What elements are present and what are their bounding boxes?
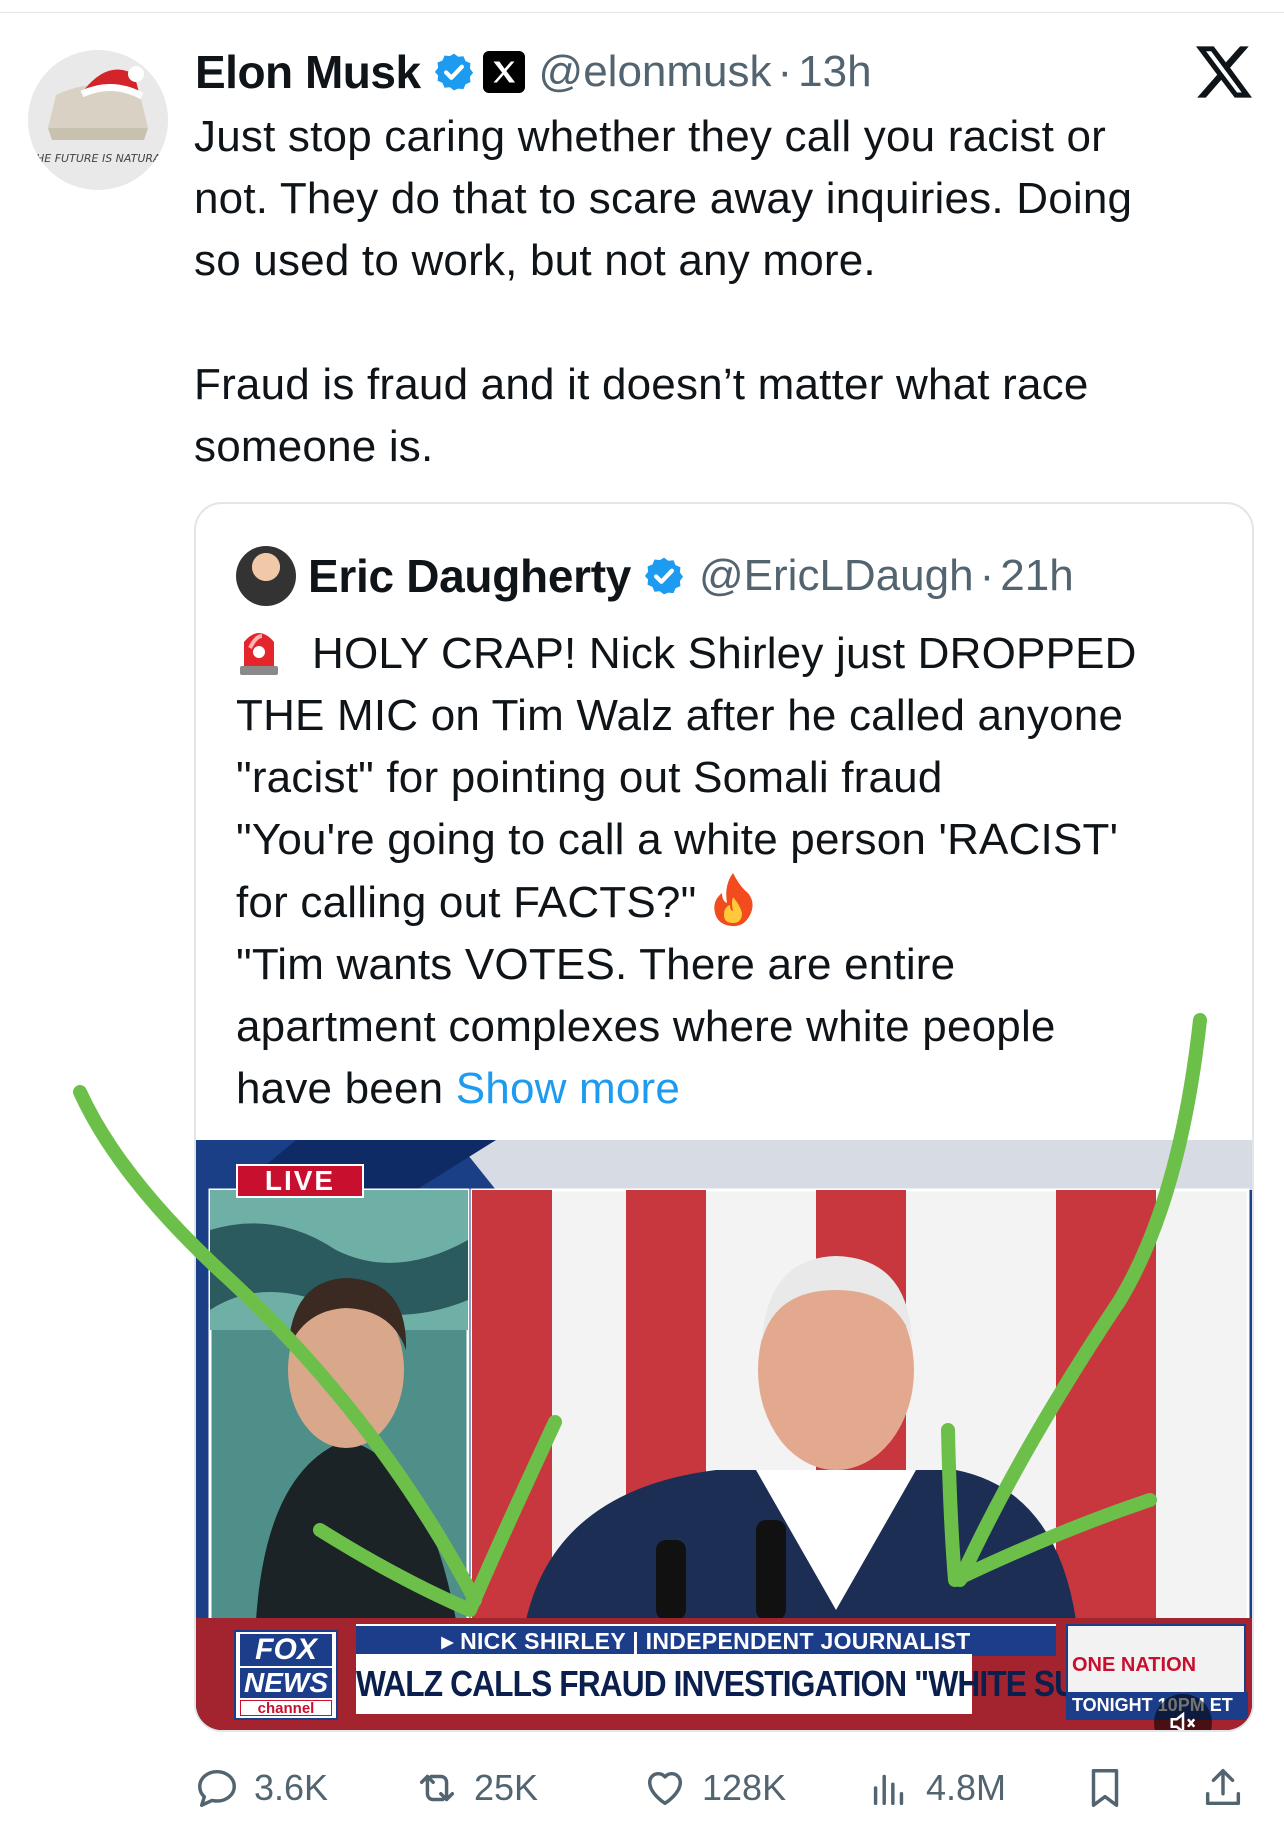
like-count: 128K bbox=[702, 1767, 787, 1808]
views-count: 4.8M bbox=[926, 1767, 1007, 1808]
share-button[interactable] bbox=[1200, 1756, 1246, 1820]
live-badge: LIVE bbox=[236, 1164, 364, 1198]
avatar-caption: THE FUTURE IS NATURAL bbox=[29, 152, 166, 165]
avatar-image: THE FUTURE IS NATURAL bbox=[28, 50, 168, 190]
repost-button[interactable]: 25K bbox=[414, 1756, 538, 1820]
quote-line: "racist" for pointing out Somali fraud bbox=[236, 753, 943, 802]
show-more-link[interactable]: Show more bbox=[456, 1064, 680, 1113]
heart-icon bbox=[647, 1771, 683, 1806]
tweet-header: Elon Musk @elonmusk · 13h bbox=[195, 42, 872, 102]
police-light-emoji-icon bbox=[240, 633, 278, 675]
quote-timestamp[interactable]: 21h bbox=[1000, 551, 1073, 601]
separator-dot: · bbox=[979, 551, 995, 600]
fire-emoji-icon bbox=[714, 873, 753, 927]
fox-news-logo: FOX NEWS channel bbox=[234, 1630, 338, 1720]
quote-author-handle[interactable]: @EricLDaugh bbox=[699, 551, 974, 601]
lower-third-name: ▸ NICK SHIRLEY | INDEPENDENT JOURNALIST bbox=[356, 1624, 1056, 1656]
quote-line: HOLY CRAP! Nick Shirley just DROPPED bbox=[236, 622, 1236, 685]
lower-third-headline: WALZ CALLS FRAUD INVESTIGATION "WHITE SU… bbox=[356, 1654, 1243, 1714]
quote-line-text: have been bbox=[236, 1064, 456, 1113]
logo-channel-text: channel bbox=[240, 1700, 332, 1717]
quote-line: "Tim wants VOTES. There are entire bbox=[236, 940, 956, 989]
separator-dot: · bbox=[777, 47, 793, 96]
verified-badge-icon bbox=[434, 53, 473, 91]
reply-icon bbox=[198, 1769, 236, 1807]
tweet-text: Just stop caring whether they call you r… bbox=[194, 112, 1133, 471]
views-chart-icon bbox=[873, 1774, 904, 1806]
author-avatar[interactable]: THE FUTURE IS NATURAL bbox=[28, 50, 168, 190]
author-name[interactable]: Elon Musk bbox=[195, 45, 421, 99]
x-logo-icon bbox=[1196, 46, 1252, 98]
top-divider bbox=[0, 12, 1284, 13]
repost-count: 25K bbox=[474, 1767, 539, 1808]
x-affiliate-badge-icon bbox=[482, 51, 525, 93]
quote-line: have been Show more bbox=[236, 1058, 1236, 1120]
author-handle[interactable]: @elonmusk bbox=[539, 47, 772, 97]
verified-badge-icon bbox=[644, 557, 684, 595]
quote-line: for calling out FACTS?" bbox=[236, 871, 1236, 934]
reply-count: 3.6K bbox=[254, 1767, 329, 1808]
quote-author-avatar[interactable] bbox=[236, 546, 296, 606]
reply-button[interactable]: 3.6K bbox=[194, 1756, 328, 1820]
tweet-actions: 3.6K 25K 128K 4.8M bbox=[194, 1756, 1254, 1820]
quote-line: THE MIC on Tim Walz after he called anyo… bbox=[236, 691, 1124, 740]
quote-line-text: HOLY CRAP! Nick Shirley just DROPPED bbox=[312, 629, 1137, 678]
promo-title: ONE NATION bbox=[1072, 1654, 1197, 1676]
quote-author-name[interactable]: Eric Daugherty bbox=[308, 549, 631, 603]
video-player[interactable]: LIVE FOX NEWS channel ▸ NICK SHIRLEY | I… bbox=[196, 1140, 1252, 1730]
logo-news-text: NEWS bbox=[240, 1668, 332, 1698]
quoted-tweet-card[interactable]: Eric Daugherty @EricLDaugh · 21h HOLY CR… bbox=[194, 502, 1254, 1732]
bookmark-button[interactable] bbox=[1082, 1756, 1128, 1820]
share-icon bbox=[1205, 1769, 1241, 1806]
show-promo: ONE NATION TONIGHT 10PM ET bbox=[1066, 1624, 1248, 1720]
bookmark-icon bbox=[1091, 1769, 1119, 1807]
views-button[interactable]: 4.8M bbox=[866, 1756, 1006, 1820]
repost-icon bbox=[419, 1774, 455, 1802]
quote-text: HOLY CRAP! Nick Shirley just DROPPED THE… bbox=[236, 622, 1236, 1120]
quote-line: apartment complexes where white people bbox=[236, 1002, 1056, 1051]
speaker-muted-icon bbox=[1170, 1711, 1196, 1730]
tweet-timestamp[interactable]: 13h bbox=[798, 47, 871, 97]
quote-header: Eric Daugherty @EricLDaugh · 21h bbox=[308, 544, 1074, 608]
quote-line-text: for calling out FACTS?" bbox=[236, 878, 697, 927]
logo-fox-text: FOX bbox=[240, 1634, 332, 1666]
quote-line: "You're going to call a white person 'RA… bbox=[236, 815, 1119, 864]
like-button[interactable]: 128K bbox=[642, 1756, 786, 1820]
